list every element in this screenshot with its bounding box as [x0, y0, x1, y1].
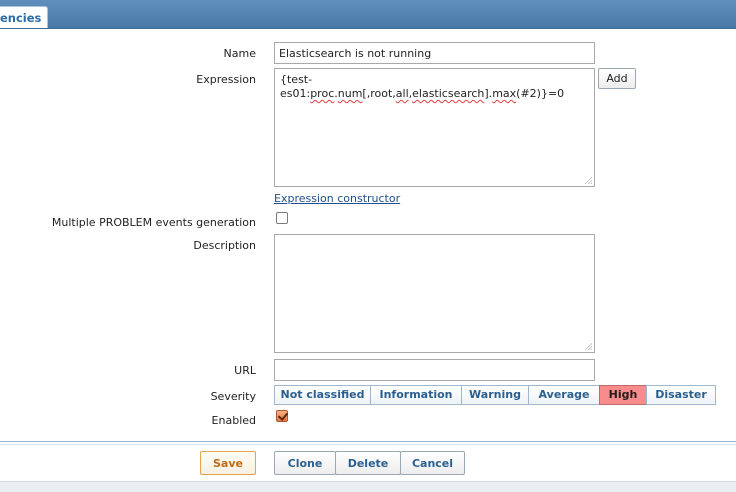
severity-label: Severity — [210, 390, 256, 403]
multiple-events-checkbox[interactable] — [276, 212, 288, 224]
expr-part-elasticsearch: elasticsearch — [412, 87, 485, 100]
tab-label: encies — [0, 11, 42, 25]
severity-warning[interactable]: Warning — [461, 385, 529, 405]
enabled-checkbox[interactable] — [276, 410, 288, 422]
expr-part-max: max — [492, 87, 517, 100]
expr-part-num: num — [337, 87, 363, 100]
severity-not-classified[interactable]: Not classified — [274, 385, 371, 405]
clone-button[interactable]: Clone — [274, 451, 336, 475]
tab-bar: encies — [0, 0, 736, 29]
add-expression-button[interactable]: Add — [598, 68, 636, 89]
name-label: Name — [223, 47, 256, 60]
resize-grip-icon[interactable] — [584, 342, 592, 350]
expression-textarea[interactable]: {test-es01:proc.num[,root,all,elasticsea… — [274, 68, 595, 187]
severity-disaster[interactable]: Disaster — [646, 385, 716, 405]
delete-button[interactable]: Delete — [335, 451, 401, 475]
name-input[interactable] — [274, 42, 595, 64]
resize-grip-icon[interactable] — [584, 176, 592, 184]
divider — [0, 444, 736, 445]
footer-strip — [0, 481, 736, 492]
expression-label: Expression — [196, 73, 256, 86]
expr-part-proc: proc — [310, 87, 335, 100]
severity-information[interactable]: Information — [370, 385, 462, 405]
expr-part: [,root, — [362, 87, 396, 100]
severity-high[interactable]: High — [599, 385, 647, 405]
multiple-events-label: Multiple PROBLEM events generation — [51, 216, 256, 229]
url-label: URL — [234, 364, 256, 377]
cancel-button[interactable]: Cancel — [400, 451, 465, 475]
divider — [0, 441, 736, 442]
severity-selector: Not classified Information Warning Avera… — [274, 385, 716, 405]
expr-part: {test-es01: — [280, 73, 313, 100]
description-textarea[interactable] — [274, 234, 595, 353]
severity-average[interactable]: Average — [528, 385, 600, 405]
url-input[interactable] — [274, 359, 595, 381]
expr-part: (#2)}=0 — [516, 87, 565, 100]
tab-dependencies[interactable]: encies — [0, 6, 48, 28]
expr-part-all: all — [395, 87, 409, 100]
enabled-label: Enabled — [211, 414, 256, 427]
save-button[interactable]: Save — [200, 451, 256, 475]
description-label: Description — [193, 239, 256, 252]
expression-constructor-link[interactable]: Expression constructor — [274, 192, 400, 205]
